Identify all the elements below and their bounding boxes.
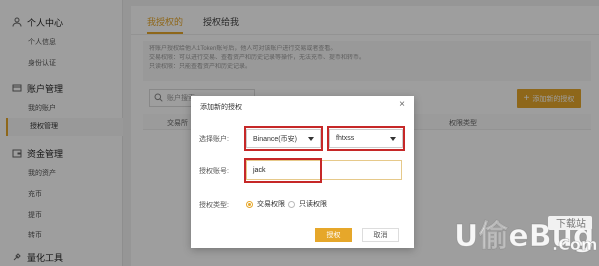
- add-authorization-dialog: 添加新的授权 × 选择账户: Binance(币安) fhtxss 授权账号: …: [191, 96, 414, 248]
- authorize-account-label: 授权账号:: [199, 168, 229, 175]
- radio-readonly-permission[interactable]: 只读权限: [288, 199, 327, 209]
- radio-trade-label: 交易权限: [257, 201, 285, 208]
- authorization-type-label: 授权类型:: [199, 202, 229, 209]
- radio-selected-icon: [246, 200, 253, 208]
- close-icon[interactable]: ×: [399, 100, 405, 110]
- svg-text:.Com: .Com: [552, 235, 596, 254]
- authorize-button[interactable]: 授权: [315, 228, 352, 242]
- select-account-label: 选择账户:: [199, 136, 229, 143]
- dialog-title: 添加新的授权: [200, 104, 242, 111]
- svg-text:下载站: 下载站: [556, 217, 586, 230]
- highlight-exchange: [244, 126, 323, 151]
- radio-trade-permission[interactable]: 交易权限: [246, 199, 285, 209]
- radio-readonly-label: 只读权限: [299, 201, 327, 208]
- cancel-button[interactable]: 取消: [362, 228, 399, 242]
- highlight-authorize-input: [244, 158, 322, 183]
- highlight-account: [327, 126, 405, 151]
- watermark-logo: U偷eBug 下载站 .Com: [452, 206, 598, 262]
- radio-unselected-icon: [288, 200, 295, 208]
